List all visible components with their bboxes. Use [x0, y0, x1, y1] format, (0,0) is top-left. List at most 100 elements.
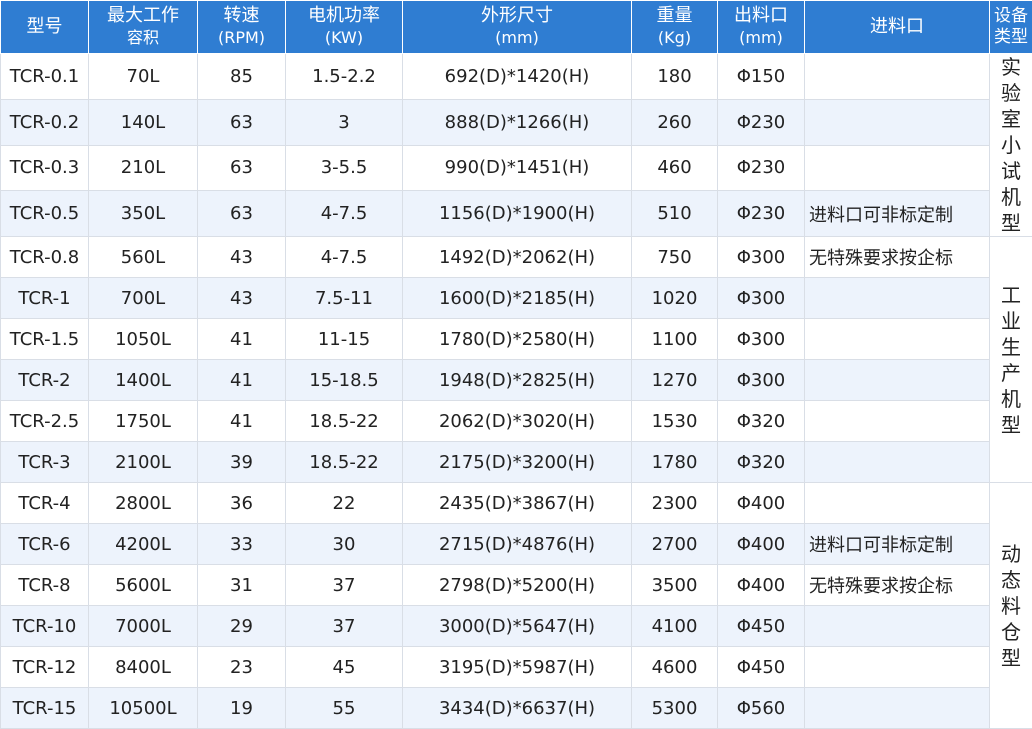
- header-row: 型号 最大工作容积 转速(RPM) 电机功率(KW) 外形尺寸(mm) 重量(K…: [1, 1, 1032, 54]
- speed-cell: 43: [198, 237, 286, 278]
- inlet-cell: [805, 360, 990, 401]
- speed-cell: 19: [198, 688, 286, 729]
- table-row: TCR-128400L23453195(D)*5987(H)4600Φ450: [1, 647, 1032, 688]
- capacity-cell: 210L: [89, 145, 198, 191]
- speed-cell: 63: [198, 145, 286, 191]
- outlet-cell: Φ320: [718, 401, 805, 442]
- power-cell: 4-7.5: [286, 191, 403, 237]
- dimensions-cell: 2062(D)*3020(H): [403, 401, 632, 442]
- dimensions-cell: 1948(D)*2825(H): [403, 360, 632, 401]
- capacity-cell: 2100L: [89, 442, 198, 483]
- speed-cell: 63: [198, 191, 286, 237]
- speed-cell: 41: [198, 401, 286, 442]
- outlet-cell: Φ300: [718, 278, 805, 319]
- weight-cell: 1780: [632, 442, 718, 483]
- header-inlet: 进料口: [805, 1, 990, 54]
- inlet-cell: [805, 688, 990, 729]
- speed-cell: 31: [198, 565, 286, 606]
- outlet-cell: Φ300: [718, 360, 805, 401]
- header-dimensions: 外形尺寸(mm): [403, 1, 632, 54]
- weight-cell: 1530: [632, 401, 718, 442]
- capacity-cell: 8400L: [89, 647, 198, 688]
- model-cell: TCR-2.5: [1, 401, 89, 442]
- inlet-cell: [805, 647, 990, 688]
- speed-cell: 33: [198, 524, 286, 565]
- outlet-cell: Φ400: [718, 524, 805, 565]
- table-row: TCR-1510500L19553434(D)*6637(H)5300Φ560: [1, 688, 1032, 729]
- capacity-cell: 2800L: [89, 483, 198, 524]
- inlet-cell: [805, 606, 990, 647]
- inlet-cell: [805, 278, 990, 319]
- table-row: TCR-0.5350L634-7.51156(D)*1900(H)510Φ230…: [1, 191, 1032, 237]
- equipment-type-cell: 动态料仓型: [990, 483, 1032, 729]
- speed-cell: 43: [198, 278, 286, 319]
- inlet-cell: [805, 54, 990, 100]
- capacity-cell: 4200L: [89, 524, 198, 565]
- power-cell: 7.5-11: [286, 278, 403, 319]
- outlet-cell: Φ560: [718, 688, 805, 729]
- equipment-type-line: 试机: [996, 158, 1026, 210]
- speed-cell: 29: [198, 606, 286, 647]
- outlet-cell: Φ400: [718, 565, 805, 606]
- outlet-cell: Φ230: [718, 99, 805, 145]
- dimensions-cell: 1600(D)*2185(H): [403, 278, 632, 319]
- weight-cell: 260: [632, 99, 718, 145]
- speed-cell: 41: [198, 319, 286, 360]
- dimensions-cell: 2175(D)*3200(H): [403, 442, 632, 483]
- equipment-type-line: 工业: [996, 282, 1026, 334]
- speed-cell: 63: [198, 99, 286, 145]
- outlet-cell: Φ230: [718, 145, 805, 191]
- header-model: 型号: [1, 1, 89, 54]
- outlet-cell: Φ400: [718, 483, 805, 524]
- dimensions-cell: 3195(D)*5987(H): [403, 647, 632, 688]
- inlet-cell: 无特殊要求按企标: [805, 565, 990, 606]
- capacity-cell: 700L: [89, 278, 198, 319]
- table-row: TCR-2.51750L4118.5-222062(D)*3020(H)1530…: [1, 401, 1032, 442]
- model-cell: TCR-0.1: [1, 54, 89, 100]
- dimensions-cell: 3434(D)*6637(H): [403, 688, 632, 729]
- model-cell: TCR-8: [1, 565, 89, 606]
- table-row: TCR-21400L4115-18.51948(D)*2825(H)1270Φ3…: [1, 360, 1032, 401]
- model-cell: TCR-2: [1, 360, 89, 401]
- speed-cell: 85: [198, 54, 286, 100]
- model-cell: TCR-0.3: [1, 145, 89, 191]
- power-cell: 3: [286, 99, 403, 145]
- speed-cell: 41: [198, 360, 286, 401]
- capacity-cell: 1750L: [89, 401, 198, 442]
- dimensions-cell: 1492(D)*2062(H): [403, 237, 632, 278]
- capacity-cell: 5600L: [89, 565, 198, 606]
- outlet-cell: Φ300: [718, 319, 805, 360]
- header-type: 设备类型: [990, 1, 1032, 54]
- inlet-cell: [805, 99, 990, 145]
- dimensions-cell: 2798(D)*5200(H): [403, 565, 632, 606]
- dimensions-cell: 3000(D)*5647(H): [403, 606, 632, 647]
- dimensions-cell: 2435(D)*3867(H): [403, 483, 632, 524]
- equipment-type-line: 型: [996, 645, 1026, 671]
- capacity-cell: 560L: [89, 237, 198, 278]
- dimensions-cell: 1780(D)*2580(H): [403, 319, 632, 360]
- model-cell: TCR-15: [1, 688, 89, 729]
- power-cell: 55: [286, 688, 403, 729]
- model-cell: TCR-0.5: [1, 191, 89, 237]
- power-cell: 15-18.5: [286, 360, 403, 401]
- equipment-type-cell: 工业生产机型: [990, 237, 1032, 483]
- capacity-cell: 140L: [89, 99, 198, 145]
- table-row: TCR-0.8560L434-7.51492(D)*2062(H)750Φ300…: [1, 237, 1032, 278]
- header-weight: 重量(Kg): [632, 1, 718, 54]
- header-power: 电机功率(KW): [286, 1, 403, 54]
- weight-cell: 510: [632, 191, 718, 237]
- outlet-cell: Φ320: [718, 442, 805, 483]
- dimensions-cell: 990(D)*1451(H): [403, 145, 632, 191]
- capacity-cell: 10500L: [89, 688, 198, 729]
- equipment-type-line: 动态: [996, 541, 1026, 593]
- header-outlet: 出料口(mm): [718, 1, 805, 54]
- equipment-type-line: 型: [996, 210, 1026, 236]
- outlet-cell: Φ150: [718, 54, 805, 100]
- power-cell: 11-15: [286, 319, 403, 360]
- speed-cell: 36: [198, 483, 286, 524]
- inlet-cell: [805, 401, 990, 442]
- capacity-cell: 1400L: [89, 360, 198, 401]
- weight-cell: 3500: [632, 565, 718, 606]
- weight-cell: 2300: [632, 483, 718, 524]
- inlet-cell: 进料口可非标定制: [805, 524, 990, 565]
